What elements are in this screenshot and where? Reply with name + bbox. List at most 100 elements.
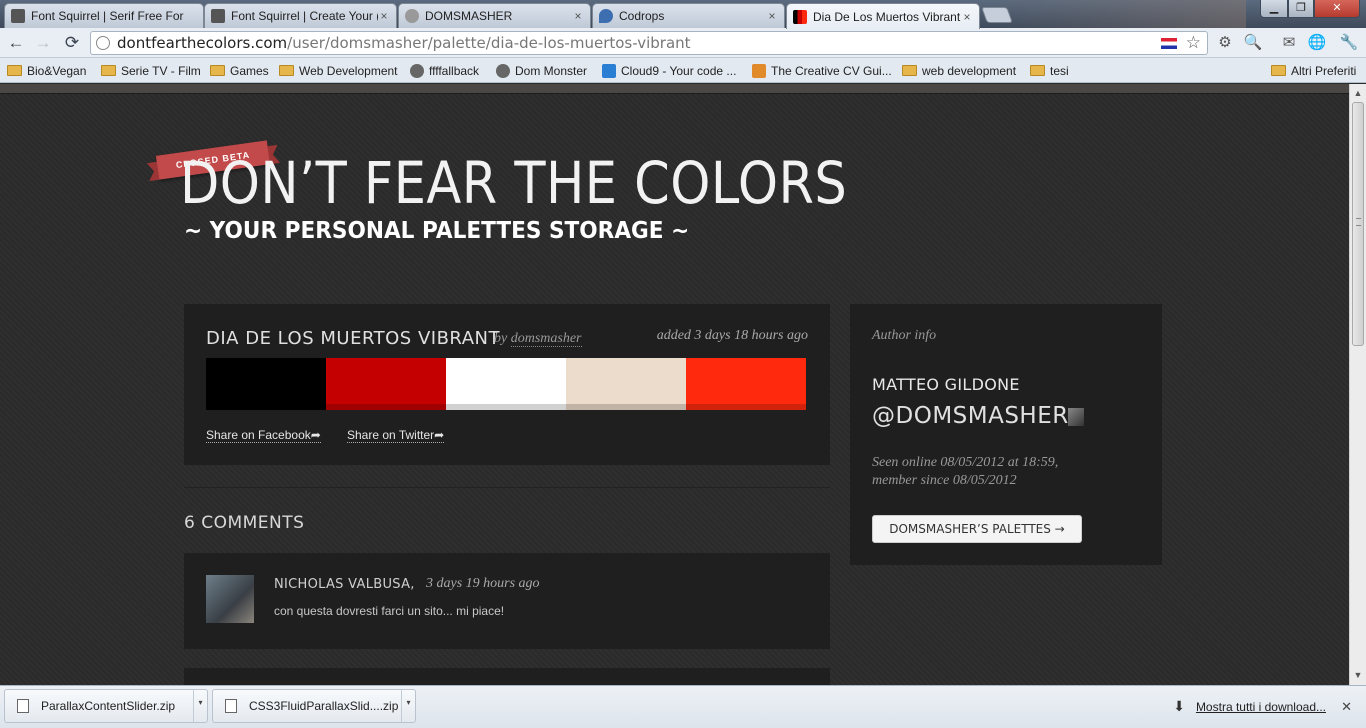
close-icon[interactable]: × <box>378 9 390 23</box>
palette-favicon-icon <box>793 9 807 24</box>
author-palettes-button[interactable]: DOMSMASHER’S PALETTES → <box>872 515 1082 543</box>
browser-toolbar: ← → ⟳ dontfearthecolors.com/user/domsmas… <box>0 28 1366 58</box>
tab-dia-de-los-muertos[interactable]: Dia De Los Muertos Vibrant × <box>786 3 980 29</box>
close-icon[interactable]: × <box>572 9 584 23</box>
palette-author-link[interactable]: domsmasher <box>510 331 582 347</box>
site-title[interactable]: DON’T FEAR THE COLORS <box>180 149 847 217</box>
scroll-grip-icon <box>1356 218 1361 226</box>
url-domain: dontfearthecolors.com <box>117 34 288 52</box>
close-icon[interactable]: × <box>766 9 778 23</box>
bookmark-cloud9[interactable]: Cloud9 - Your code ... <box>602 61 736 80</box>
site-subtitle: ~ YOUR PERSONAL PALETTES STORAGE ~ <box>184 218 690 244</box>
url-path: /user/domsmasher/palette/dia-de-los-muer… <box>287 34 691 52</box>
extension-mail-icon[interactable]: ✉ <box>1279 33 1299 53</box>
folder-icon <box>902 65 917 76</box>
comment-author[interactable]: NICHOLAS VALBUSA, <box>274 577 415 592</box>
author-info-card: Author info MATTEO GILDONE @DOMSMASHER S… <box>850 304 1162 565</box>
codrops-icon <box>599 9 613 23</box>
tab-font-squirrel-create[interactable]: Font Squirrel | Create Your ( × <box>204 3 397 28</box>
scroll-up-icon[interactable]: ▲ <box>1350 85 1366 101</box>
wrench-icon[interactable]: 🔧 <box>1339 33 1359 53</box>
page-content: CLOSED BETA DON’T FEAR THE COLORS ~ YOUR… <box>0 84 1349 685</box>
site-icon <box>410 63 424 78</box>
folder-icon <box>279 65 294 76</box>
comment-item <box>184 668 830 685</box>
tab-title: Dia De Los Muertos Vibrant <box>813 9 961 24</box>
folder-icon <box>7 65 22 76</box>
chevron-down-icon[interactable]: ▾ <box>193 690 207 722</box>
share-facebook-label: Share on Facebook <box>206 428 311 442</box>
scrollbar-thumb[interactable] <box>1352 102 1364 346</box>
close-icon[interactable]: ✕ <box>1341 699 1352 715</box>
site-top-bar <box>0 84 1349 94</box>
tab-font-squirrel-serif[interactable]: Font Squirrel | Serif Free For <box>4 3 204 28</box>
avatar[interactable] <box>206 575 254 623</box>
color-swatch[interactable] <box>206 358 326 410</box>
folder-icon <box>1271 65 1286 76</box>
comments-heading: 6 COMMENTS <box>184 513 305 533</box>
bookmark-bio-vegan[interactable]: Bio&Vegan <box>7 61 86 80</box>
font-squirrel-icon <box>11 9 25 23</box>
color-swatch[interactable] <box>446 358 566 410</box>
chevron-down-icon[interactable]: ▾ <box>401 690 415 722</box>
bookmark-dom-monster[interactable]: Dom Monster <box>496 61 587 80</box>
download-arrow-icon: ⬇ <box>1173 698 1185 714</box>
share-arrow-icon: ➦ <box>310 428 321 442</box>
palette-added-time: added 3 days 18 hours ago <box>656 328 808 343</box>
tab-title: DOMSMASHER <box>425 9 513 23</box>
bookmark-label: Cloud9 - Your code ... <box>621 63 737 78</box>
author-avatar <box>1068 408 1084 426</box>
folder-icon <box>1030 65 1045 76</box>
tab-domsmasher[interactable]: DOMSMASHER × <box>398 3 591 28</box>
forward-button[interactable]: → <box>32 32 54 54</box>
bookmark-label: Serie TV - Film <box>121 63 201 78</box>
palette-name: DIA DE LOS MUERTOS VIBRANT <box>206 328 500 349</box>
address-url[interactable]: dontfearthecolors.com/user/domsmasher/pa… <box>117 34 691 52</box>
bookmark-label: Bio&Vegan <box>27 63 87 78</box>
page-scrollbar[interactable]: ▲ ▼ <box>1349 84 1366 685</box>
translate-flag-icon[interactable] <box>1161 38 1177 49</box>
page-info-icon[interactable] <box>96 36 110 50</box>
bookmark-label: tesi <box>1050 63 1069 78</box>
color-swatch[interactable] <box>326 358 446 410</box>
close-icon[interactable]: × <box>961 10 973 24</box>
address-bar[interactable]: dontfearthecolors.com/user/domsmasher/pa… <box>90 31 1208 55</box>
comment-text: con questa dovresti farci un sito... mi … <box>274 604 505 618</box>
author-name: MATTEO GILDONE <box>872 375 1020 394</box>
show-all-downloads-link[interactable]: Mostra tutti i download... <box>1196 700 1326 714</box>
bookmark-serie-tv[interactable]: Serie TV - Film <box>101 61 201 80</box>
scroll-down-icon[interactable]: ▼ <box>1350 667 1366 683</box>
reload-button[interactable]: ⟳ <box>61 32 83 54</box>
tab-codrops[interactable]: Codrops × <box>592 3 785 28</box>
bookmark-other[interactable]: Altri Preferiti <box>1271 61 1356 80</box>
download-item[interactable]: CSS3FluidParallaxSlid....zip ▾ <box>212 689 416 723</box>
bookmark-games[interactable]: Games <box>210 61 269 80</box>
bookmark-tesi[interactable]: tesi <box>1030 61 1069 80</box>
share-twitter-label: Share on Twitter <box>347 428 435 442</box>
close-window-button[interactable]: ✕ <box>1314 0 1360 18</box>
color-swatch[interactable] <box>686 358 806 410</box>
bookmark-creative-cv[interactable]: The Creative CV Gui... <box>752 61 892 80</box>
download-item[interactable]: ParallaxContentSlider.zip ▾ <box>4 689 208 723</box>
maximize-button[interactable]: ❐ <box>1288 0 1314 18</box>
bookmark-star-icon[interactable]: ☆ <box>1186 33 1201 53</box>
zip-file-icon <box>17 699 29 713</box>
share-twitter-link[interactable]: Share on Twitter➦ <box>347 428 445 443</box>
cloud9-icon <box>602 63 616 78</box>
share-facebook-link[interactable]: Share on Facebook➦ <box>206 428 321 443</box>
minimize-button[interactable]: ▁ <box>1260 0 1288 18</box>
new-tab-button[interactable] <box>981 7 1013 23</box>
extension-search-icon[interactable]: 🔍 <box>1243 33 1263 53</box>
bookmark-label: web development <box>922 63 1017 78</box>
bookmark-label: The Creative CV Gui... <box>771 63 892 78</box>
bookmark-web-development[interactable]: Web Development <box>279 61 398 80</box>
author-handle: @DOMSMASHER <box>872 403 1069 429</box>
color-swatch[interactable] <box>566 358 686 410</box>
bookmark-web-development-2[interactable]: web development <box>902 61 1016 80</box>
extension-settings-icon[interactable]: ⚙ <box>1215 33 1235 53</box>
extension-globe-icon[interactable]: 🌐 <box>1307 33 1327 53</box>
back-button[interactable]: ← <box>5 32 27 54</box>
tab-title: Codrops <box>619 9 665 23</box>
bookmark-ffffallback[interactable]: ffffallback <box>410 61 479 80</box>
download-shelf: ParallaxContentSlider.zip ▾ CSS3FluidPar… <box>0 685 1366 728</box>
